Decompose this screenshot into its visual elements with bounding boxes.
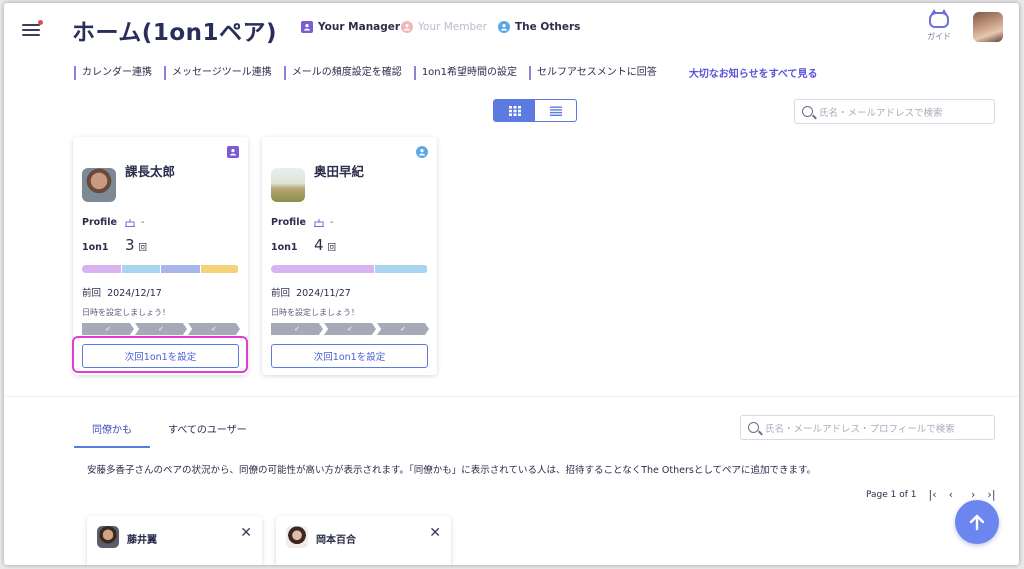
close-icon[interactable]: ✕ xyxy=(240,525,252,541)
oneonone-count: 4回 xyxy=(314,236,337,254)
last-meeting: 前回 2024/11/27 xyxy=(271,288,351,299)
user-search-input[interactable]: 氏名・メールアドレス・プロフィールで検索 xyxy=(740,415,995,440)
link-mail-frequency[interactable]: メールの頻度設定を確認 xyxy=(283,65,414,80)
cake-icon xyxy=(314,219,324,227)
legend-label: The Others xyxy=(515,21,581,33)
guide-label: ガイド xyxy=(927,32,951,41)
user-name: 岡本百合 xyxy=(316,535,356,546)
pair-card[interactable]: 奥田早紀 Profile - 1on1 4回 前回 2024/11/27 日時を… xyxy=(262,137,437,375)
set-next-1on1-button[interactable]: 次回1on1を設定 xyxy=(271,344,428,368)
list-view-button[interactable] xyxy=(535,100,576,121)
check-icon: ✓ xyxy=(82,323,134,335)
grid-icon xyxy=(508,105,521,116)
guide-button[interactable]: ガイド xyxy=(922,9,956,42)
others-icon xyxy=(498,21,510,33)
grid-view-button[interactable] xyxy=(494,100,535,121)
quick-links: カレンダー連携 メッセージツール連携 メールの頻度設定を確認 1on1希望時間の… xyxy=(74,65,818,80)
last-page-icon[interactable]: ›| xyxy=(987,488,995,501)
scroll-to-top-button[interactable] xyxy=(955,500,999,544)
link-all-notices[interactable]: 大切なお知らせをすべて見る xyxy=(669,65,818,80)
check-icon: ✓ xyxy=(324,323,376,335)
legend-your-manager: Your Manager xyxy=(301,21,400,33)
oneonone-label: 1on1 xyxy=(271,242,298,253)
schedule-hint: 日時を設定しましょう！ xyxy=(271,308,359,317)
step-indicator: ✓ ✓ ✓ xyxy=(271,323,430,335)
oneonone-label: 1on1 xyxy=(82,242,109,253)
check-icon: ✓ xyxy=(377,323,429,335)
member-icon xyxy=(401,21,413,33)
profile-label: Profile xyxy=(271,217,306,228)
manager-icon xyxy=(301,21,313,33)
search-icon xyxy=(748,422,759,433)
legend-label: Your Manager xyxy=(318,21,401,33)
link-messaging-tool[interactable]: メッセージツール連携 xyxy=(164,65,284,80)
page-indicator: Page 1 of 1 xyxy=(866,489,917,500)
profile-value: - xyxy=(125,217,144,228)
schedule-hint: 日時を設定しましょう！ xyxy=(82,308,170,317)
pair-name: 奥田早紀 xyxy=(314,164,365,179)
divider xyxy=(4,396,1019,397)
tab-all-users[interactable]: すべてのユーザー xyxy=(150,415,265,448)
tab-colleagues[interactable]: 同僚かも xyxy=(74,415,150,448)
avatar xyxy=(82,168,116,202)
link-self-assessment[interactable]: セルフアセスメントに回答 xyxy=(529,65,669,80)
search-icon xyxy=(802,106,813,117)
legend-your-member: Your Member xyxy=(401,21,487,33)
user-tabs: 同僚かも すべてのユーザー xyxy=(74,415,265,448)
manager-icon xyxy=(227,146,239,158)
cat-guide-icon xyxy=(929,9,949,28)
arrow-up-icon xyxy=(969,514,985,531)
colleagues-description: 安藤多香子さんのペアの状況から、同僚の可能性が高い方が表示されます。「同僚かも」… xyxy=(87,465,817,476)
others-icon xyxy=(416,146,428,158)
user-name: 藤井翼 xyxy=(127,535,157,546)
legend-label: Your Member xyxy=(418,21,487,33)
view-toggle xyxy=(493,99,577,122)
first-page-icon[interactable]: |‹ xyxy=(929,488,937,501)
avatar xyxy=(271,168,305,202)
close-icon[interactable]: ✕ xyxy=(429,525,441,541)
pair-name: 課長太郎 xyxy=(125,164,176,179)
pair-search-placeholder: 氏名・メールアドレスで検索 xyxy=(819,107,943,119)
prev-page-icon[interactable]: ‹ xyxy=(949,488,953,501)
list-icon xyxy=(549,106,562,116)
check-icon: ✓ xyxy=(188,323,240,335)
user-avatar[interactable] xyxy=(973,12,1003,42)
highlight-annotation xyxy=(72,336,248,373)
last-meeting: 前回 2024/12/17 xyxy=(82,288,162,299)
profile-label: Profile xyxy=(82,217,117,228)
profile-value: - xyxy=(314,217,333,228)
pair-search-input[interactable]: 氏名・メールアドレスで検索 xyxy=(794,99,995,124)
suggested-user-card[interactable]: 岡本百合 ✕ xyxy=(276,516,451,565)
avatar xyxy=(97,526,119,548)
step-indicator: ✓ ✓ ✓ xyxy=(82,323,241,335)
link-calendar[interactable]: カレンダー連携 xyxy=(74,65,164,80)
app-window: ホーム(1on1ペア) Your Manager Your Member The… xyxy=(4,3,1019,565)
menu-icon[interactable] xyxy=(22,20,43,38)
link-1on1-time[interactable]: 1on1希望時間の設定 xyxy=(413,65,529,80)
oneonone-count: 3回 xyxy=(125,236,148,254)
avatar xyxy=(286,526,308,548)
suggested-user-card[interactable]: 藤井翼 ✕ xyxy=(87,516,262,565)
progress-bar xyxy=(271,265,428,273)
user-search-placeholder: 氏名・メールアドレス・プロフィールで検索 xyxy=(765,423,955,435)
notification-dot-icon xyxy=(38,20,43,25)
check-icon: ✓ xyxy=(135,323,187,335)
check-icon: ✓ xyxy=(271,323,323,335)
progress-bar xyxy=(82,265,239,273)
cake-icon xyxy=(125,219,135,227)
page-title: ホーム(1on1ペア) xyxy=(72,20,278,46)
legend-the-others: The Others xyxy=(498,21,580,33)
